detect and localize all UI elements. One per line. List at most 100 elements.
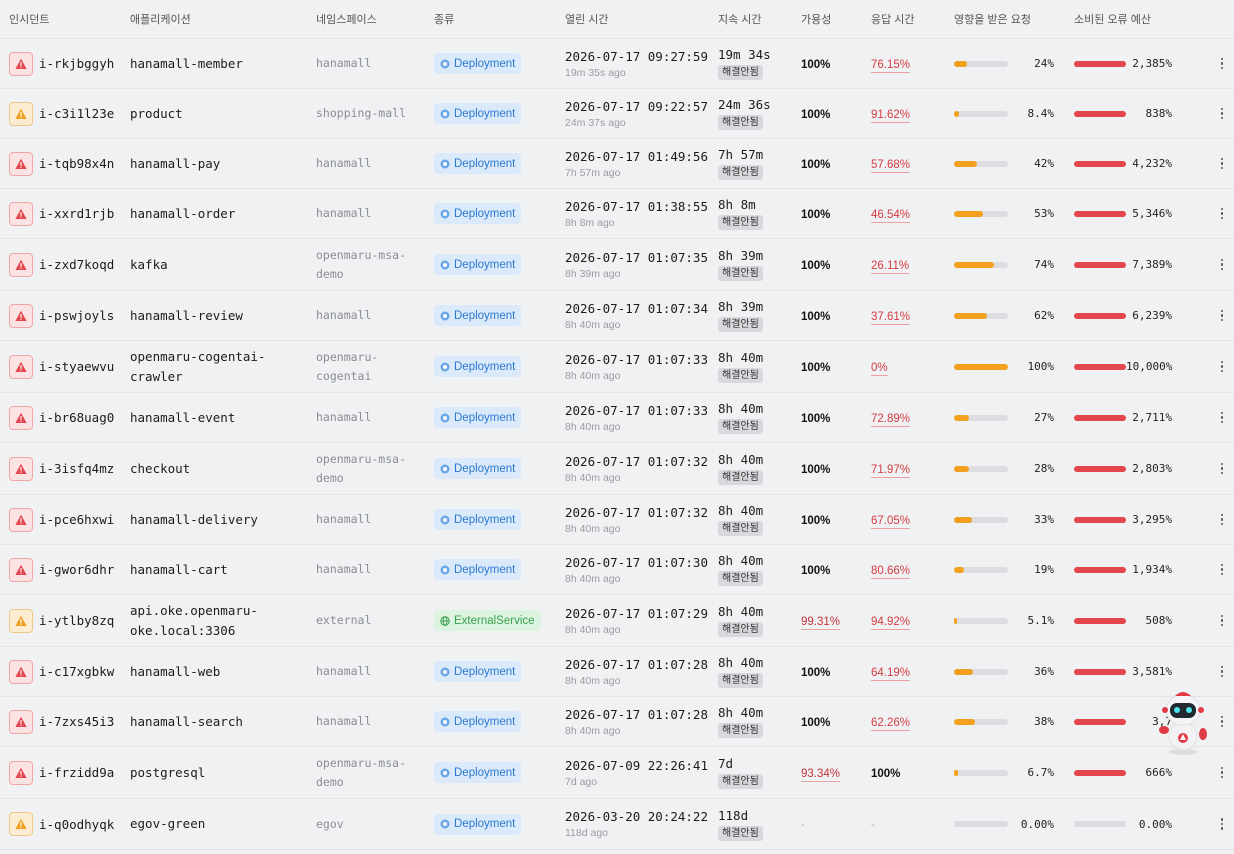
budget-bar (1074, 718, 1126, 725)
header-kind[interactable]: 종류 (434, 11, 565, 27)
application-name[interactable]: egov-green (130, 814, 316, 834)
header-duration[interactable]: 지속 시간 (718, 11, 801, 27)
application-name[interactable]: kafka (130, 255, 316, 275)
kind-label: ExternalService (454, 614, 535, 627)
application-name[interactable]: hanamall-member (130, 54, 316, 74)
more-options-icon[interactable] (1214, 408, 1230, 428)
affected-bar (954, 210, 1008, 217)
more-options-icon[interactable] (1214, 154, 1230, 174)
assistant-robot-icon[interactable] (1156, 688, 1210, 756)
table-row[interactable]: i-ytlby8zq api.oke.openmaru-oke.local:330… (0, 595, 1234, 647)
application-name[interactable]: hanamall-cart (130, 560, 316, 580)
table-row[interactable]: i-xxrd1rjb hanamall-order hanamall Deployme… (0, 189, 1234, 239)
application-name[interactable]: checkout (130, 459, 316, 479)
incident-id[interactable]: i-gwor6dhr (39, 562, 130, 577)
incident-id[interactable]: i-pswjoyls (39, 308, 130, 323)
response-value: 26.11% (871, 259, 910, 274)
table-row[interactable]: i-q0odhyqk egov-green egov Deployment 2026-0… (0, 799, 1234, 850)
more-options-icon[interactable] (1214, 763, 1230, 783)
budget-fill (1074, 516, 1126, 523)
error-budget: 1,934% (1074, 563, 1201, 576)
more-options-icon[interactable] (1214, 306, 1230, 326)
incident-id[interactable]: i-xxrd1rjb (39, 206, 130, 221)
more-options-icon[interactable] (1214, 611, 1230, 631)
application-name[interactable]: hanamall-order (130, 204, 316, 224)
incident-id[interactable]: i-zxd7koqd (39, 257, 130, 272)
opened-ago: 7d ago (565, 775, 598, 788)
header-opened[interactable]: 열린 시간 (565, 11, 718, 27)
incident-id[interactable]: i-br68uag0 (39, 410, 130, 425)
more-options-icon[interactable] (1214, 54, 1230, 74)
duration-value: 8h 40m (718, 401, 764, 416)
budget-bar (1074, 668, 1126, 675)
incident-id[interactable]: i-c17xgbkw (39, 664, 130, 679)
table-row[interactable]: i-frzidd9a postgresql openmaru-msa-demo Dep… (0, 747, 1234, 799)
table-row[interactable]: i-pce6hxwi hanamall-delivery hanamall Deplo… (0, 495, 1234, 545)
more-options-icon[interactable] (1214, 662, 1230, 682)
application-name[interactable]: api.oke.openmaru-oke.local:3306 (130, 601, 316, 641)
more-options-icon[interactable] (1214, 510, 1230, 530)
table-row[interactable]: i-3isfq4mz checkout openmaru-msa-demo Deplo… (0, 443, 1234, 495)
affected-fill (954, 516, 972, 523)
incident-id[interactable]: i-tqb98x4n (39, 156, 130, 171)
header-application[interactable]: 애플리케이션 (130, 11, 316, 27)
more-options-icon[interactable] (1214, 560, 1230, 580)
table-row[interactable]: i-rkjbggyh hanamall-member hanamall Deploym… (0, 39, 1234, 89)
application-name[interactable]: hanamall-pay (130, 154, 316, 174)
incident-id[interactable]: i-styaewvu (39, 359, 130, 374)
application-name[interactable]: hanamall-web (130, 662, 316, 682)
opened-ago: 118d ago (565, 827, 609, 839)
table-row[interactable]: i-zxd7koqd kafka openmaru-msa-demo Deployme… (0, 239, 1234, 291)
incident-id[interactable]: i-7zxs45i3 (39, 714, 130, 729)
severity-critical-icon (9, 252, 33, 277)
application-name[interactable]: hanamall-review (130, 306, 316, 326)
header-namespace[interactable]: 네임스페이스 (316, 11, 434, 27)
more-options-icon[interactable] (1214, 204, 1230, 224)
opened-ago: 8h 8m ago (565, 216, 615, 229)
duration-value: 8h 40m (718, 350, 764, 365)
incident-id[interactable]: i-rkjbggyh (39, 56, 130, 71)
more-options-icon[interactable] (1214, 104, 1230, 124)
table-row[interactable]: i-7zxs45i3 hanamall-search hanamall Deploym… (0, 697, 1234, 747)
incident-id[interactable]: i-3isfq4mz (39, 461, 130, 476)
header-incident[interactable]: 인시던트 (9, 11, 130, 27)
application-name[interactable]: hanamall-event (130, 408, 316, 428)
table-row[interactable]: i-gwor6dhr hanamall-cart hanamall Deploymen… (0, 545, 1234, 595)
application-name[interactable]: hanamall-delivery (130, 510, 316, 530)
application-name[interactable]: openmaru-cogentai-crawler (130, 347, 316, 387)
opened-ago: 8h 40m ago (565, 471, 621, 484)
application-name[interactable]: product (130, 104, 316, 124)
duration-value: 7h 57m (718, 147, 764, 162)
table-row[interactable]: i-br68uag0 hanamall-event hanamall Deployme… (0, 393, 1234, 443)
more-options-icon[interactable] (1214, 255, 1230, 275)
deployment-icon (440, 59, 450, 69)
affected-value: 42% (1034, 157, 1054, 170)
table-row[interactable]: i-tqb98x4n hanamall-pay hanamall Deployment… (0, 139, 1234, 189)
table-row[interactable]: i-c3i1l23e product shopping-mall Deployment… (0, 89, 1234, 139)
header-availability[interactable]: 가용성 (801, 11, 871, 27)
more-options-icon[interactable] (1214, 459, 1230, 479)
application-name[interactable]: hanamall-search (130, 712, 316, 732)
header-response[interactable]: 응답 시간 (871, 11, 954, 27)
affected-value: 33% (1034, 513, 1054, 526)
status-badge: 해결안됨 (718, 215, 763, 230)
table-row[interactable]: i-styaewvu openmaru-cogentai-crawler openm… (0, 341, 1234, 393)
incident-id[interactable]: i-pce6hxwi (39, 512, 130, 527)
incident-id[interactable]: i-c3i1l23e (39, 106, 130, 121)
application-name[interactable]: postgresql (130, 763, 316, 783)
header-affected[interactable]: 영향을 받은 요청 (954, 11, 1074, 27)
kind-badge: Deployment (434, 356, 522, 377)
header-budget[interactable]: 소비된 오류 예산 (1074, 11, 1201, 27)
severity-critical-icon (9, 760, 33, 785)
table-row[interactable]: i-c17xgbkw hanamall-web hanamall Deployment… (0, 647, 1234, 697)
more-options-icon[interactable] (1214, 814, 1230, 834)
error-budget: 2,711% (1074, 411, 1201, 424)
more-options-icon[interactable] (1214, 712, 1230, 732)
severity-critical-icon (9, 456, 33, 481)
table-row[interactable]: i-pswjoyls hanamall-review hanamall Deploym… (0, 291, 1234, 341)
budget-value: 10,000% (1126, 360, 1173, 373)
incident-id[interactable]: i-frzidd9a (39, 765, 130, 780)
incident-id[interactable]: i-q0odhyqk (39, 817, 130, 832)
incident-id[interactable]: i-ytlby8zq (39, 613, 130, 628)
more-options-icon[interactable] (1214, 357, 1230, 377)
